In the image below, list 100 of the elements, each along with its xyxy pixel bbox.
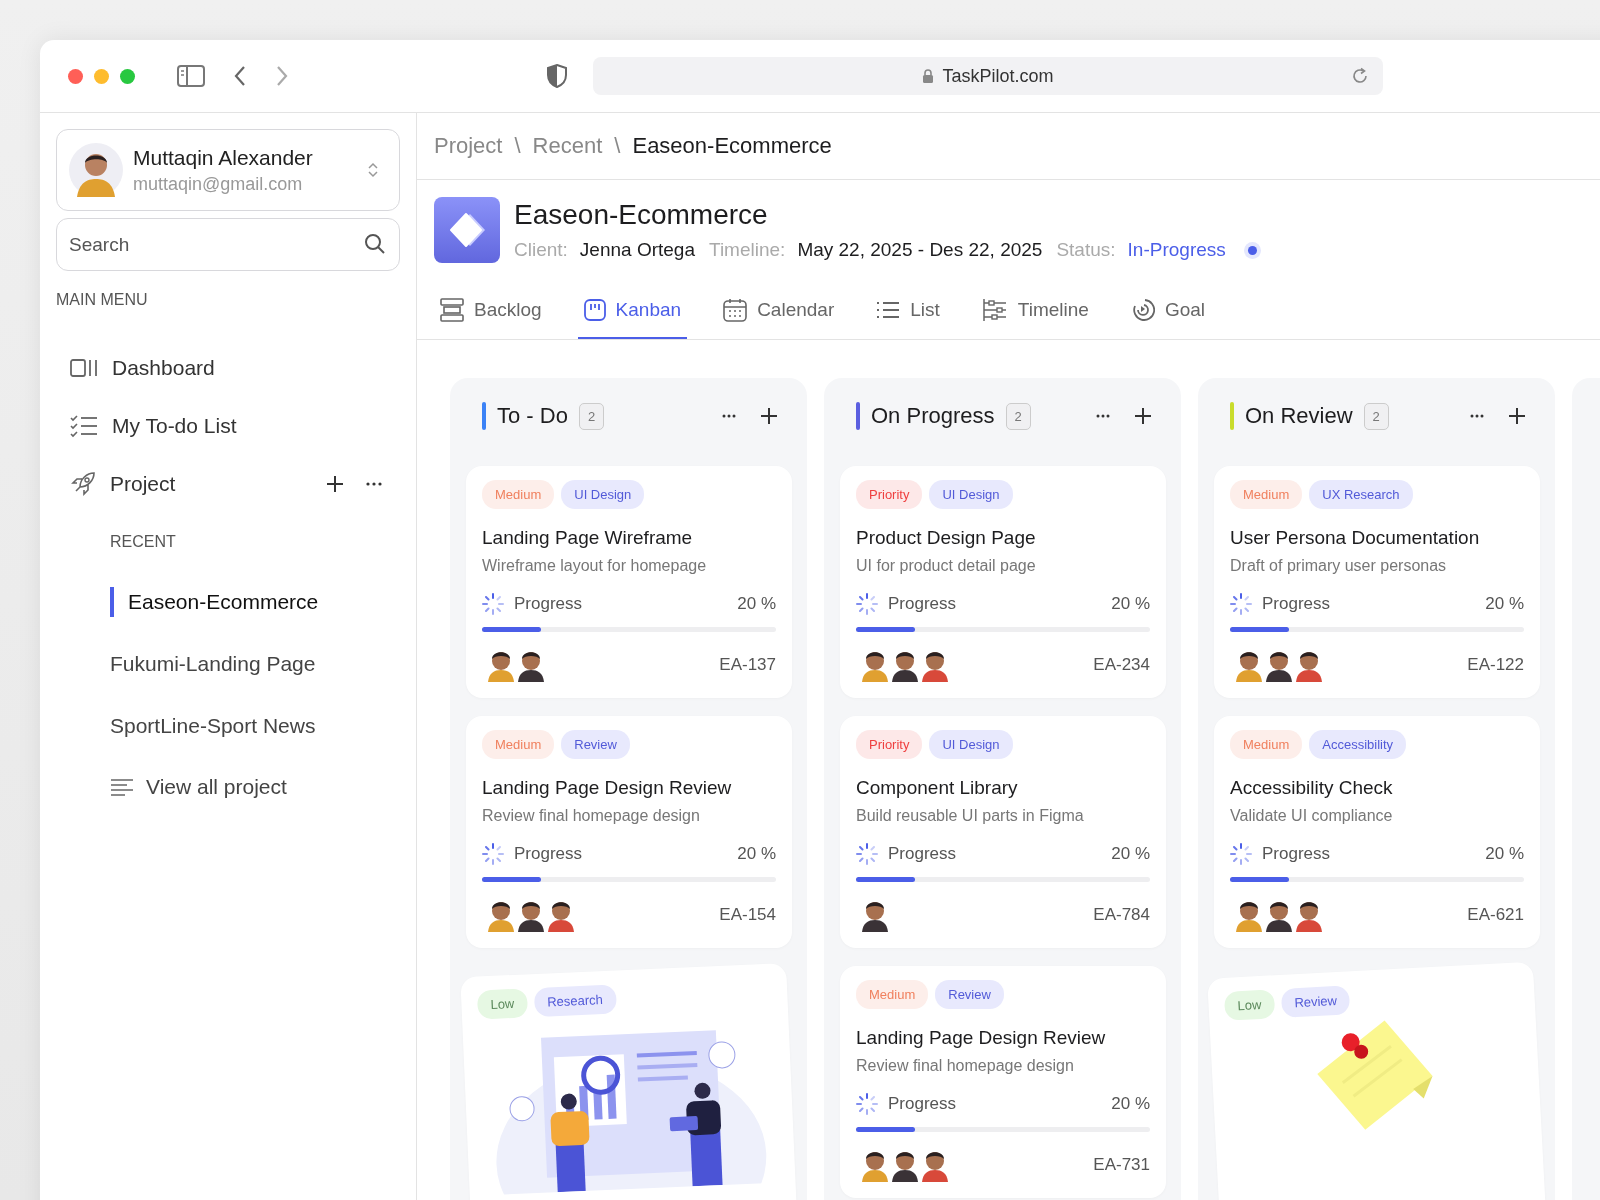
card-description: Review final homepage design — [482, 807, 701, 825]
view-all-link[interactable]: View all project — [110, 757, 400, 817]
url-text: TaskPilot.com — [942, 65, 1054, 87]
view-tab[interactable]: Calendar — [717, 283, 841, 339]
sliders-icon — [981, 298, 1008, 322]
recent-project-item[interactable]: Fukumi-Landing Page — [110, 633, 400, 695]
more-icon[interactable] — [1096, 414, 1110, 418]
column-title: On Progress — [871, 403, 995, 429]
picture-card[interactable]: Low Review — [1207, 961, 1547, 1200]
progress-label: Progress — [888, 594, 957, 614]
breadcrumb-link[interactable]: Project — [434, 133, 503, 159]
loading-icon — [482, 593, 504, 615]
loading-icon — [1230, 843, 1252, 865]
field-value: Jenna Ortega — [579, 239, 695, 261]
dashboard-icon — [70, 358, 98, 378]
field-value: May 22, 2025 - Des 22, 2025 — [797, 239, 1043, 261]
task-card[interactable]: Medium Review Landing Page Design Review Review final homepage design Progress 20 % EA-731 — [840, 966, 1166, 1198]
view-tab[interactable]: Goal — [1124, 283, 1212, 339]
more-icon[interactable] — [366, 482, 382, 486]
progress-value: 20 % — [1111, 844, 1150, 864]
progress-value: 20 % — [1111, 1094, 1150, 1114]
task-id: EA-154 — [719, 905, 776, 925]
view-tab[interactable]: List — [870, 283, 946, 339]
task-card[interactable]: Priority UI Design Component Library Build reusable UI parts in Figma Progress 20 % EA-784 — [840, 716, 1166, 948]
checklist-icon — [70, 414, 98, 438]
progress-value: 20 % — [1111, 594, 1150, 614]
more-icon[interactable] — [1470, 414, 1484, 418]
task-id: EA-234 — [1093, 655, 1150, 675]
tag: Priority — [856, 480, 923, 509]
lock-icon — [922, 68, 935, 84]
sidebar-toggle-icon[interactable] — [177, 65, 205, 87]
sidebar-item[interactable]: Dashboard — [56, 339, 400, 397]
loading-icon — [482, 843, 504, 865]
stack-icon — [440, 298, 464, 322]
account-switcher[interactable]: Muttaqin Alexander muttaqin@gmail.com — [56, 129, 400, 211]
more-icon[interactable] — [722, 414, 736, 418]
card-description: UI for product detail page — [856, 557, 1037, 575]
task-id: EA-784 — [1093, 905, 1150, 925]
avatar — [69, 143, 123, 197]
reload-icon[interactable] — [1351, 67, 1369, 85]
sidebar-item[interactable]: My To-do List — [56, 397, 400, 455]
loading-icon — [1230, 593, 1252, 615]
recent-project-item[interactable]: SportLine-Sport News — [110, 695, 400, 757]
target-icon — [1130, 298, 1155, 322]
view-tab[interactable]: Timeline — [975, 283, 1095, 339]
close-dot[interactable] — [68, 68, 83, 84]
progress-label: Progress — [1262, 594, 1331, 614]
user-name: Muttaqin Alexander — [133, 145, 314, 170]
column-title: On Review — [1245, 403, 1353, 429]
address-bar[interactable]: TaskPilot.com — [593, 57, 1383, 95]
progress-label: Progress — [514, 844, 583, 864]
task-id: EA-122 — [1467, 655, 1524, 675]
field-label: Client: — [514, 239, 568, 261]
tag: Research — [533, 984, 617, 1017]
task-card[interactable]: Priority UI Design Product Design Page UI for product detail page Progress 20 % EA-234 — [840, 466, 1166, 698]
task-card[interactable]: Medium UX Research User Persona Documentation Draft of primary user personas Progress 20 % EA-122 — [1214, 466, 1540, 698]
card-title: Landing Page Wireframe — [482, 527, 694, 549]
add-icon[interactable] — [1508, 407, 1526, 425]
search-field[interactable]: Search — [56, 218, 400, 271]
task-card[interactable]: Medium UI Design Landing Page Wireframe Wireframe layout for homepage Progress 20 % EA-137 — [466, 466, 792, 698]
add-icon[interactable] — [760, 407, 778, 425]
count-badge: 2 — [1363, 402, 1389, 430]
tag: Review — [935, 980, 1004, 1009]
tag: UI Design — [929, 480, 1013, 509]
task-card[interactable]: Medium Accessibility Accessibility Check Validate UI compliance Progress 20 % EA-621 — [1214, 716, 1540, 948]
breadcrumb-link[interactable]: Recent — [532, 133, 603, 159]
breadcrumb-link[interactable]: Easeon-Ecommerce — [632, 133, 832, 159]
progress-label: Progress — [1262, 844, 1331, 864]
field-label: Status: — [1056, 239, 1116, 261]
card-description: Wireframe layout for homepage — [482, 557, 708, 575]
shield-icon[interactable] — [547, 64, 567, 88]
sidebar-item[interactable]: Project — [56, 455, 176, 513]
card-description: Draft of primary user personas — [1230, 557, 1448, 575]
tag: Review — [561, 730, 630, 759]
progress-value: 20 % — [737, 844, 776, 864]
back-icon[interactable] — [233, 65, 247, 87]
view-tab[interactable]: Backlog — [434, 283, 548, 339]
picture-card[interactable]: Low Research — [460, 963, 798, 1200]
card-description: Review final homepage design — [856, 1057, 1075, 1075]
view-tab[interactable]: Kanban — [577, 283, 688, 339]
breadcrumb-separator: \ — [614, 133, 621, 159]
card-title: User Persona Documentation — [1230, 527, 1481, 549]
tag: UI Design — [561, 480, 645, 509]
tag: Low — [1223, 989, 1276, 1021]
tag: Medium — [1230, 730, 1303, 759]
tag: Accessibility — [1309, 730, 1407, 759]
list-icon — [110, 778, 134, 796]
chevron-updown-icon — [367, 161, 379, 179]
progress-value: 20 % — [1485, 844, 1524, 864]
project-title: Easeon-Ecommerce — [514, 199, 769, 231]
card-title: Landing Page Design Review — [856, 1027, 1107, 1049]
zoom-dot[interactable] — [120, 68, 135, 84]
add-icon[interactable] — [1134, 407, 1152, 425]
add-icon[interactable] — [326, 475, 344, 493]
recent-project-item[interactable]: Easeon-Ecommerce — [110, 587, 400, 617]
field-label: Timeline: — [709, 239, 786, 261]
minimize-dot[interactable] — [94, 68, 109, 84]
tag: Review — [1280, 985, 1351, 1018]
task-card[interactable]: Medium Review Landing Page Design Review Review final homepage design Progress 20 % EA-154 — [466, 716, 792, 948]
loading-icon — [856, 593, 878, 615]
